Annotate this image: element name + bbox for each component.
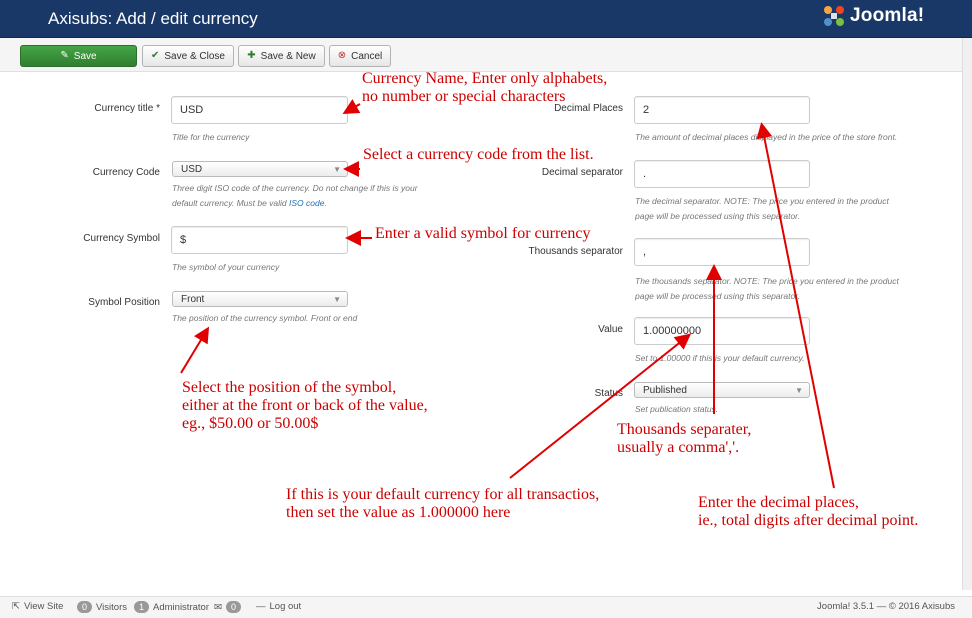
- annotation-position-line2: either at the front or back of the value…: [182, 397, 428, 414]
- currency-code-select[interactable]: USD ▼: [172, 161, 348, 177]
- status-bar: ⇱ View Site 0 Visitors 1 Administrator ✉…: [0, 596, 972, 618]
- decimal-separator-input[interactable]: .: [634, 160, 810, 188]
- annotation-thousands: Thousands separater, usually a comma','.: [617, 421, 751, 457]
- toolbar: ✎ Save ✔ Save & Close ✚ Save & New ⊗ Can…: [0, 38, 962, 72]
- save-new-button[interactable]: ✚ Save & New: [238, 45, 325, 67]
- value-input[interactable]: 1.00000000: [634, 317, 810, 345]
- administrator-status[interactable]: 1 Administrator: [134, 601, 209, 613]
- annotation-value-line2: then set the value as 1.000000 here: [286, 504, 511, 521]
- messages-status[interactable]: ✉ 0: [214, 601, 241, 613]
- mail-icon: ✉: [214, 601, 222, 613]
- currency-code-help: Three digit ISO code of the currency. Do…: [172, 181, 472, 211]
- decimal-places-input[interactable]: 2: [634, 96, 810, 124]
- currency-title-label: Currency title *: [94, 103, 160, 114]
- symbol-position-label: Symbol Position: [88, 297, 160, 308]
- cancel-button[interactable]: ⊗ Cancel: [329, 45, 391, 67]
- minus-icon: —: [256, 601, 266, 612]
- save-close-label: Save & Close: [164, 50, 225, 62]
- annotation-currency-code: Select a currency code from the list.: [363, 146, 594, 163]
- messages-badge: 0: [225, 601, 241, 613]
- currency-symbol-input[interactable]: $: [171, 226, 348, 254]
- administrator-badge: 1: [134, 601, 150, 613]
- annotation-thousands-line1: Thousands separater,: [617, 421, 752, 438]
- header-bar: Axisubs: Add / edit currency Joomla!: [0, 0, 972, 38]
- arrow-symbol-position: [180, 326, 210, 374]
- chevron-down-icon: ▼: [795, 386, 803, 395]
- logout-link[interactable]: — Log out: [256, 601, 301, 612]
- annotation-decimal-line2: ie., total digits after decimal point.: [698, 512, 919, 529]
- arrow-currency-title: [342, 99, 361, 114]
- annotation-value-line1: If this is your default currency for all…: [286, 486, 600, 503]
- status-select[interactable]: Published ▼: [634, 382, 810, 398]
- save-button[interactable]: ✎ Save: [20, 45, 137, 67]
- annotation-currency-symbol: Enter a valid symbol for currency: [375, 225, 591, 242]
- chevron-down-icon: ▼: [333, 165, 341, 174]
- thousands-separator-help-line1: The thousands separator. NOTE: The price…: [635, 276, 899, 286]
- scrollbar-track[interactable]: [962, 38, 972, 590]
- administrator-label: Administrator: [153, 601, 209, 613]
- symbol-position-help: The position of the currency symbol. Fro…: [172, 313, 358, 323]
- currency-code-help-text: default currency. Must be valid: [172, 198, 290, 208]
- version-info: Joomla! 3.5.1 — © 2016 Axisubs: [817, 601, 955, 612]
- thousands-separator-label: Thousands separator: [528, 246, 623, 257]
- currency-code-value: USD: [181, 163, 203, 175]
- save-button-label: Save: [73, 50, 97, 62]
- currency-code-help-end: .: [324, 198, 327, 208]
- currency-symbol-help: The symbol of your currency: [172, 262, 280, 272]
- view-site-link[interactable]: ⇱ View Site: [12, 601, 63, 612]
- annotation-decimal-line1: Enter the decimal places,: [698, 494, 859, 511]
- annotation-name-line1: Currency Name, Enter only alphabets,: [362, 70, 608, 87]
- external-link-icon: ⇱: [12, 601, 20, 612]
- visitors-badge: 0: [77, 601, 93, 613]
- decimal-separator-help-line1: The decimal separator. NOTE: The price y…: [635, 196, 889, 206]
- symbol-position-value: Front: [181, 293, 205, 305]
- annotation-decimal: Enter the decimal places, ie., total dig…: [698, 494, 918, 530]
- cancel-icon: ⊗: [337, 50, 347, 61]
- status-value: Published: [643, 384, 687, 396]
- annotation-thousands-line2: usually a comma','.: [617, 439, 740, 456]
- visitors-label: Visitors: [96, 601, 127, 613]
- save-close-button[interactable]: ✔ Save & Close: [142, 45, 234, 67]
- decimal-separator-help: The decimal separator. NOTE: The price y…: [635, 194, 955, 224]
- joomla-logo[interactable]: Joomla!: [822, 4, 924, 28]
- annotation-value: If this is your default currency for all…: [286, 486, 599, 522]
- currency-title-input[interactable]: USD: [171, 96, 348, 124]
- check-icon: ✔: [151, 50, 160, 61]
- plus-icon: ✚: [247, 50, 256, 61]
- cancel-button-label: Cancel: [351, 50, 383, 62]
- logo-text: Joomla!: [850, 5, 925, 26]
- save-new-label: Save & New: [260, 50, 316, 62]
- currency-code-help-line1: Three digit ISO code of the currency. Do…: [172, 183, 418, 193]
- chevron-down-icon: ▼: [333, 295, 341, 304]
- logout-label: Log out: [269, 601, 302, 612]
- currency-symbol-label: Currency Symbol: [83, 233, 160, 244]
- currency-code-label: Currency Code: [92, 167, 160, 178]
- annotation-name-line2: no number or special characters: [362, 88, 566, 105]
- iso-code-link[interactable]: ISO code: [289, 198, 324, 208]
- symbol-position-select[interactable]: Front ▼: [172, 291, 348, 307]
- status-label: Status: [594, 388, 623, 399]
- joomla-logo-icon: [824, 6, 844, 26]
- value-label: Value: [598, 324, 623, 335]
- visitors-status[interactable]: 0 Visitors: [77, 601, 127, 613]
- thousands-separator-input[interactable]: ,: [634, 238, 810, 266]
- thousands-separator-help: The thousands separator. NOTE: The price…: [635, 274, 955, 304]
- currency-title-help: Title for the currency: [172, 132, 250, 142]
- status-help: Set publication status.: [635, 404, 719, 414]
- annotation-symbol-position: Select the position of the symbol, eithe…: [182, 379, 428, 433]
- decimal-places-help: The amount of decimal places displayed i…: [635, 132, 898, 142]
- page-title: Axisubs: Add / edit currency: [48, 9, 258, 28]
- currency-code-help-line2: default currency. Must be valid ISO code…: [172, 196, 472, 211]
- decimal-separator-help-line2: page will be processed using this separa…: [635, 211, 801, 221]
- annotation-currency-name: Currency Name, Enter only alphabets, no …: [362, 70, 607, 106]
- thousands-separator-help-line2: page will be processed using this separa…: [635, 291, 801, 301]
- view-site-label: View Site: [23, 601, 64, 612]
- value-help: Set to 1.00000 if this is your default c…: [635, 353, 805, 363]
- annotation-position-line3: eg., $50.00 or 50.00$: [182, 415, 319, 432]
- edit-icon: ✎: [60, 50, 69, 61]
- annotation-position-line1: Select the position of the symbol,: [182, 379, 397, 396]
- decimal-separator-label: Decimal separator: [541, 167, 623, 178]
